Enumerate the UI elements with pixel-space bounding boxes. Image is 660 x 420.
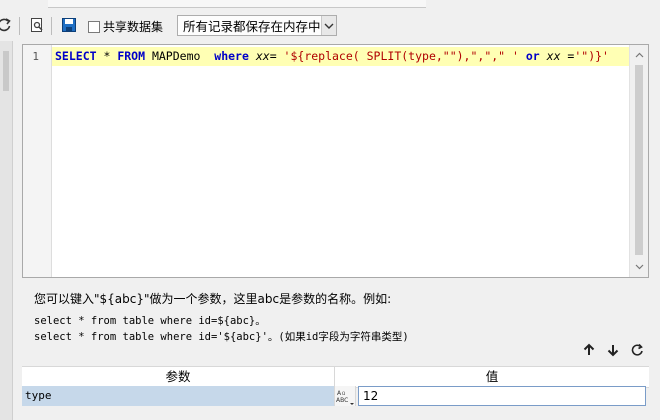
sql-table-name: MAPDemo: [145, 49, 215, 63]
line-number-gutter: 1: [23, 45, 52, 277]
param-value-input[interactable]: 12: [358, 386, 646, 406]
string-type-icon[interactable]: Aü ABC: [334, 386, 356, 406]
table-row[interactable]: type Aü ABC 12: [22, 386, 649, 406]
toolbar-separator: [51, 17, 52, 35]
sql-operator: =: [269, 49, 284, 63]
refresh-params-icon[interactable]: [628, 341, 646, 359]
cache-mode-value: 所有记录都保存在内存中: [183, 19, 321, 34]
sql-field: xx =: [539, 49, 575, 63]
scroll-down-icon[interactable]: [630, 259, 648, 275]
sql-text: *: [96, 49, 118, 63]
sql-string: '")}': [574, 49, 609, 63]
line-number: 1: [32, 50, 39, 63]
sql-keyword: SELECT: [55, 49, 97, 63]
shared-dataset-label: 共享数据集: [103, 20, 164, 34]
chevron-down-icon[interactable]: [320, 16, 336, 35]
shared-dataset-checkbox[interactable]: 共享数据集: [88, 18, 163, 35]
help-example: select * from table where id='${abc}'。(如…: [34, 331, 409, 343]
sql-field: xx: [248, 49, 270, 63]
param-name-header: 参数: [165, 369, 191, 384]
toolbar-separator: [19, 17, 20, 35]
sql-keyword: FROM: [117, 49, 146, 63]
refresh-icon[interactable]: [0, 15, 14, 35]
svg-text:ABC: ABC: [336, 397, 348, 404]
param-name-cell[interactable]: type: [22, 386, 334, 406]
preview-icon[interactable]: [27, 15, 47, 35]
cache-mode-select[interactable]: 所有记录都保存在内存中: [177, 15, 337, 36]
move-up-icon[interactable]: [580, 341, 598, 359]
scrollbar-thumb[interactable]: [635, 65, 643, 255]
move-down-icon[interactable]: [604, 341, 622, 359]
param-table-header: 参数 值: [22, 366, 649, 388]
save-icon[interactable]: [59, 15, 79, 35]
sql-keyword: or: [525, 49, 540, 63]
sql-string: '${replace( SPLIT(type,""),","," ': [283, 49, 526, 63]
parameter-help-text: 您可以键入"${abc}"做为一个参数，这里abc是参数的名称。例如: sele…: [34, 290, 634, 345]
help-description: 您可以键入"${abc}"做为一个参数，这里abc是参数的名称。例如:: [34, 292, 392, 306]
checkbox[interactable]: [88, 20, 100, 33]
help-example: select * from table where id=${abc}。: [34, 315, 266, 327]
toolbar: 共享数据集 所有记录都保存在内存中: [0, 9, 660, 41]
scroll-up-icon[interactable]: [630, 47, 648, 63]
editor-scrollbar[interactable]: [629, 45, 648, 277]
sql-editor[interactable]: 1 SELECT * FROM MAPDemo where xx= '${rep…: [22, 44, 649, 278]
left-panel-scrollbar[interactable]: [0, 41, 13, 420]
sql-keyword: where: [214, 49, 249, 63]
scrollbar-thumb[interactable]: [3, 51, 9, 91]
param-value-header: 值: [485, 369, 499, 384]
param-actions: [580, 341, 650, 361]
sql-code-line[interactable]: SELECT * FROM MAPDemo where xx= '${repla…: [52, 47, 630, 66]
top-panel-edge: [48, 0, 426, 8]
